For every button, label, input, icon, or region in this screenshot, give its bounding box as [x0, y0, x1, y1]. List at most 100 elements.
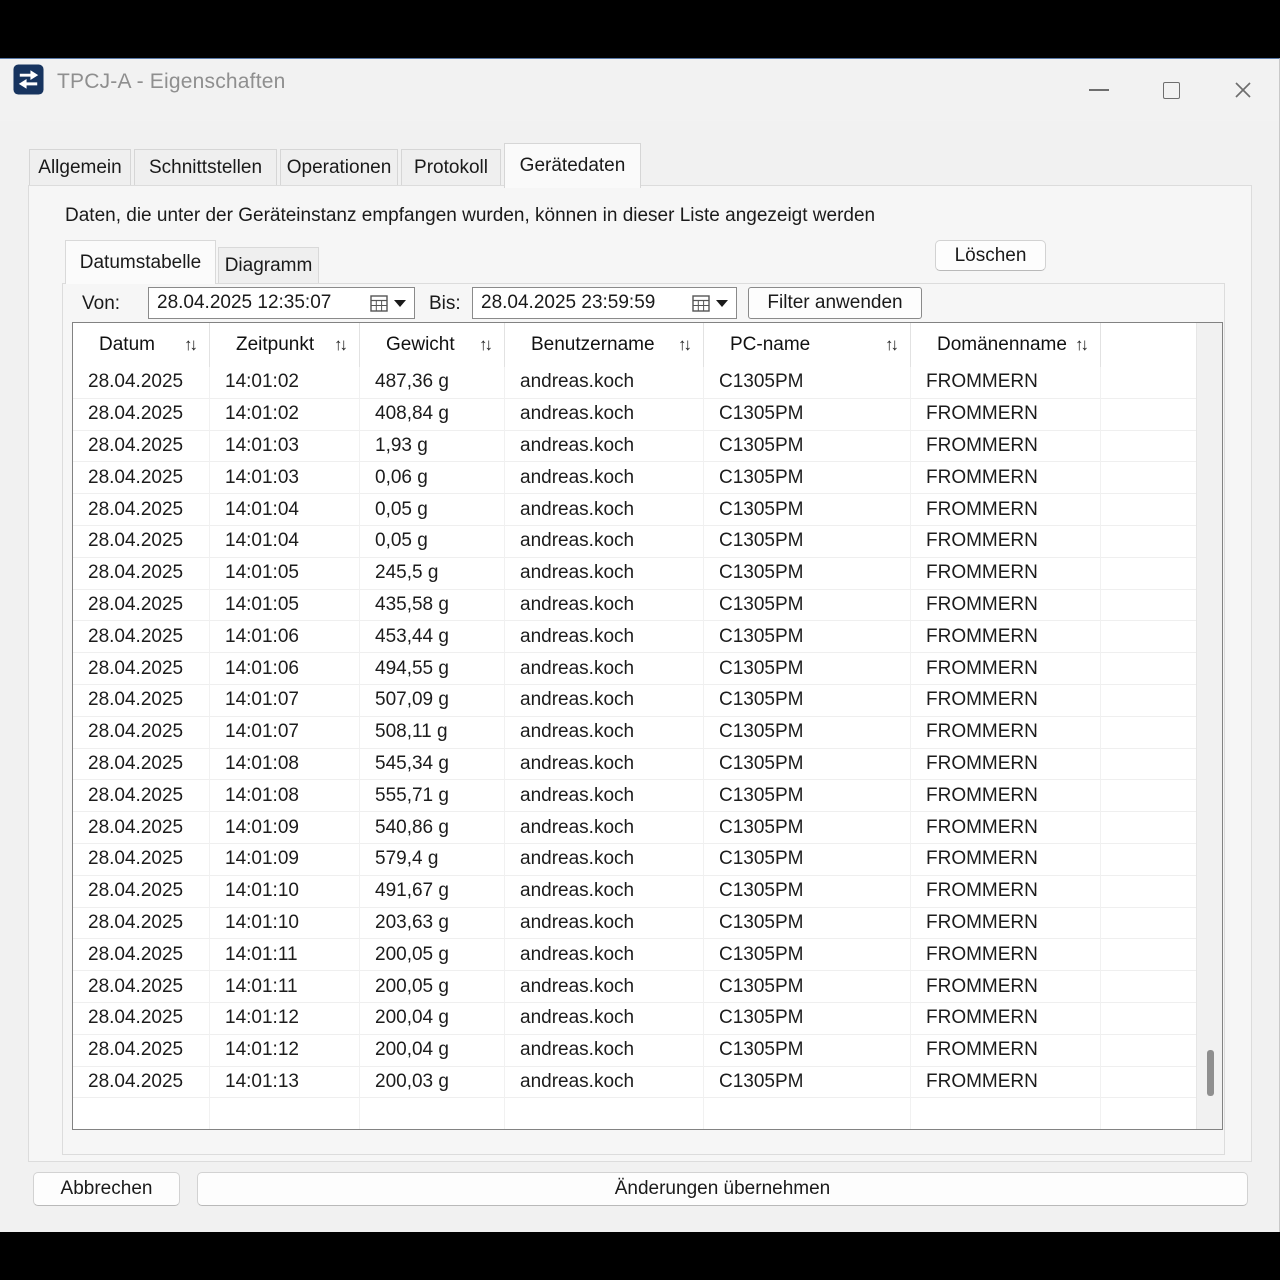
tab-protokoll[interactable]: Protokoll — [401, 149, 501, 187]
table-row-empty — [73, 1098, 1196, 1129]
table-row[interactable]: 28.04.202514:01:10491,67 gandreas.kochC1… — [73, 876, 1196, 908]
table-cell: FROMMERN — [911, 717, 1101, 749]
table-cell — [1101, 1035, 1196, 1067]
table-cell — [1101, 462, 1196, 494]
bis-label: Bis: — [429, 293, 461, 315]
table-cell: 14:01:05 — [210, 590, 360, 622]
table-cell: C1305PM — [704, 780, 911, 812]
column-header-benutzername[interactable]: Benutzername ↑↓ — [505, 323, 704, 367]
table-row[interactable]: 28.04.202514:01:040,05 gandreas.kochC130… — [73, 494, 1196, 526]
table-row[interactable]: 28.04.202514:01:07508,11 gandreas.kochC1… — [73, 717, 1196, 749]
table-content: Datum ↑↓ Zeitpunkt ↑↓ Gewicht ↑↓ Benutze… — [73, 323, 1196, 1129]
table-cell — [1101, 399, 1196, 431]
table-row[interactable]: 28.04.202514:01:031,93 gandreas.kochC130… — [73, 431, 1196, 463]
table-cell — [1101, 621, 1196, 653]
table-cell: 28.04.2025 — [73, 876, 210, 908]
chevron-down-icon[interactable] — [716, 300, 728, 307]
delete-button-label: Löschen — [955, 245, 1027, 267]
minimize-button[interactable] — [1063, 59, 1135, 121]
vertical-scrollbar[interactable] — [1196, 323, 1222, 1129]
close-button[interactable] — [1207, 59, 1279, 121]
tab-allgemein[interactable]: Allgemein — [29, 149, 131, 187]
subtab-diagramm[interactable]: Diagramm — [218, 247, 319, 284]
table-row[interactable]: 28.04.202514:01:06494,55 gandreas.kochC1… — [73, 653, 1196, 685]
table-cell: C1305PM — [704, 494, 911, 526]
table-row[interactable]: 28.04.202514:01:05245,5 gandreas.kochC13… — [73, 558, 1196, 590]
table-cell: C1305PM — [704, 844, 911, 876]
apply-filter-button[interactable]: Filter anwenden — [748, 287, 922, 319]
table-row[interactable]: 28.04.202514:01:11200,05 gandreas.kochC1… — [73, 971, 1196, 1003]
table-row[interactable]: 28.04.202514:01:08545,34 gandreas.kochC1… — [73, 749, 1196, 781]
table-row[interactable]: 28.04.202514:01:040,05 gandreas.kochC130… — [73, 526, 1196, 558]
table-cell: 28.04.2025 — [73, 621, 210, 653]
calendar-icon[interactable] — [692, 294, 710, 312]
table-cell: andreas.koch — [505, 558, 704, 590]
table-cell: andreas.koch — [505, 749, 704, 781]
table-cell: FROMMERN — [911, 685, 1101, 717]
table-row[interactable]: 28.04.202514:01:02408,84 gandreas.kochC1… — [73, 399, 1196, 431]
table-row[interactable]: 28.04.202514:01:08555,71 gandreas.kochC1… — [73, 780, 1196, 812]
table-row[interactable]: 28.04.202514:01:030,06 gandreas.kochC130… — [73, 462, 1196, 494]
cancel-button[interactable]: Abbrechen — [33, 1172, 180, 1206]
table-row[interactable]: 28.04.202514:01:02487,36 gandreas.kochC1… — [73, 367, 1196, 399]
table-row[interactable]: 28.04.202514:01:11200,05 gandreas.kochC1… — [73, 939, 1196, 971]
table-row[interactable]: 28.04.202514:01:07507,09 gandreas.kochC1… — [73, 685, 1196, 717]
table-cell: FROMMERN — [911, 939, 1101, 971]
table-cell: andreas.koch — [505, 876, 704, 908]
column-label: Benutzername — [531, 334, 655, 356]
table-row[interactable]: 28.04.202514:01:06453,44 gandreas.kochC1… — [73, 621, 1196, 653]
table-cell: FROMMERN — [911, 876, 1101, 908]
table-cell: FROMMERN — [911, 908, 1101, 940]
column-header-gewicht[interactable]: Gewicht ↑↓ — [360, 323, 505, 367]
table-cell: FROMMERN — [911, 1067, 1101, 1099]
close-icon — [1233, 80, 1253, 100]
table-cell: 408,84 g — [360, 399, 505, 431]
table-row[interactable]: 28.04.202514:01:05435,58 gandreas.kochC1… — [73, 590, 1196, 622]
table-cell: 28.04.2025 — [73, 717, 210, 749]
column-header-pc-name[interactable]: PC-name ↑↓ — [704, 323, 911, 367]
scrollbar-thumb[interactable] — [1207, 1050, 1214, 1096]
tab-operationen[interactable]: Operationen — [280, 149, 398, 187]
table-cell: andreas.koch — [505, 367, 704, 399]
table-row[interactable]: 28.04.202514:01:13200,03 gandreas.kochC1… — [73, 1067, 1196, 1099]
table-cell — [1101, 526, 1196, 558]
tab-label: Protokoll — [414, 157, 488, 179]
tab-geraetedaten[interactable]: Gerätedaten — [504, 143, 641, 188]
table-row[interactable]: 28.04.202514:01:12200,04 gandreas.kochC1… — [73, 1035, 1196, 1067]
table-cell: 453,44 g — [360, 621, 505, 653]
maximize-button[interactable] — [1135, 59, 1207, 121]
column-header-zeitpunkt[interactable]: Zeitpunkt ↑↓ — [210, 323, 360, 367]
table-cell: 14:01:10 — [210, 908, 360, 940]
table-row[interactable]: 28.04.202514:01:10203,63 gandreas.kochC1… — [73, 908, 1196, 940]
table-cell: 555,71 g — [360, 780, 505, 812]
table-row[interactable]: 28.04.202514:01:12200,04 gandreas.kochC1… — [73, 1003, 1196, 1035]
table-cell: FROMMERN — [911, 399, 1101, 431]
table-cell: FROMMERN — [911, 653, 1101, 685]
delete-button[interactable]: Löschen — [935, 240, 1046, 271]
table-cell: 14:01:11 — [210, 971, 360, 1003]
table-cell: C1305PM — [704, 462, 911, 494]
table-cell: 28.04.2025 — [73, 462, 210, 494]
tab-schnittstellen[interactable]: Schnittstellen — [134, 149, 277, 187]
table-cell: 14:01:03 — [210, 431, 360, 463]
table-cell: C1305PM — [704, 908, 911, 940]
maximize-icon — [1163, 82, 1180, 99]
window-controls — [1063, 59, 1279, 121]
table-row[interactable]: 28.04.202514:01:09540,86 gandreas.kochC1… — [73, 812, 1196, 844]
table-cell: 540,86 g — [360, 812, 505, 844]
table-row[interactable]: 28.04.202514:01:09579,4 gandreas.kochC13… — [73, 844, 1196, 876]
table-cell: C1305PM — [704, 1067, 911, 1099]
apply-changes-button[interactable]: Änderungen übernehmen — [197, 1172, 1248, 1206]
von-datetime-input[interactable]: 28.04.2025 12:35:07 — [148, 287, 415, 319]
subtab-datumstabelle[interactable]: Datumstabelle — [65, 240, 216, 284]
column-label: Gewicht — [386, 334, 455, 356]
column-header-domaenenname[interactable]: Domänenname ↑↓ — [911, 323, 1101, 367]
subtab-label: Datumstabelle — [80, 252, 201, 274]
column-header-datum[interactable]: Datum ↑↓ — [73, 323, 210, 367]
chevron-down-icon[interactable] — [394, 300, 406, 307]
calendar-icon[interactable] — [370, 294, 388, 312]
sort-icon: ↑↓ — [334, 335, 349, 355]
table-cell: 14:01:04 — [210, 526, 360, 558]
bis-datetime-input[interactable]: 28.04.2025 23:59:59 — [472, 287, 737, 319]
table-cell: 28.04.2025 — [73, 653, 210, 685]
